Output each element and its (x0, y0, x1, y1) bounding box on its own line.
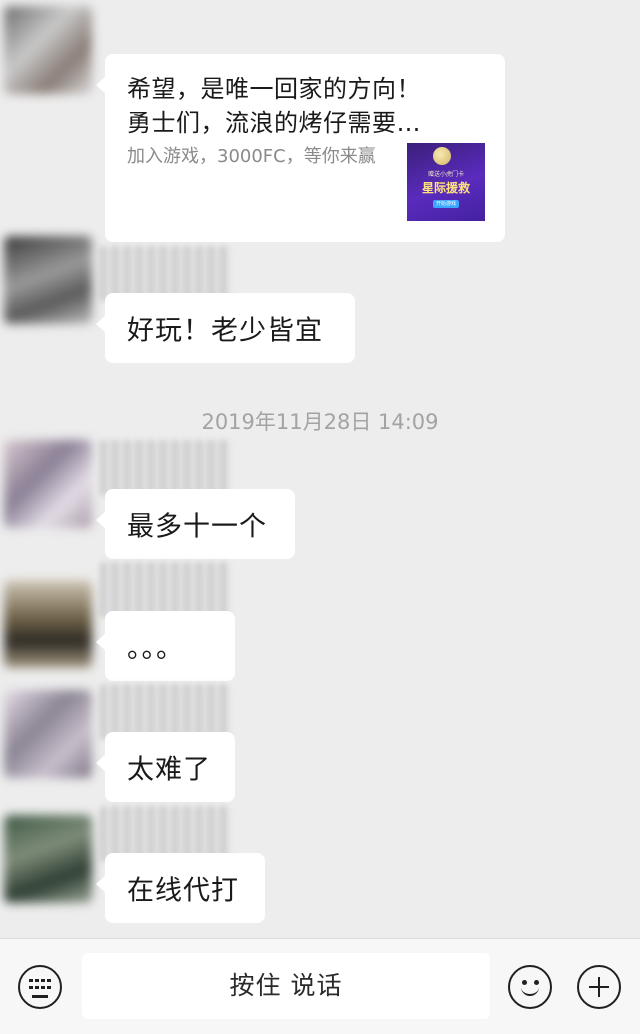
input-toolbar: 按住 说话 (0, 938, 640, 1034)
thumbnail-title: 星际援救 (421, 181, 470, 195)
message-text: 好玩！老少皆宜 (127, 315, 323, 347)
thumbnail-caption: 赠送小虎门卡 (427, 171, 464, 178)
message-text: 最多十一个 (127, 511, 267, 543)
thumbnail-button: 开始游戏 (433, 200, 459, 208)
timestamp: 2019年11月28日 14:09 (201, 410, 439, 434)
chat-area[interactable]: 希望，是唯一回家的方向！ 勇士们，流浪的烤仔需要… 加入游戏，3000FC，等你… (0, 0, 640, 938)
message-text: 在线代打 (127, 875, 239, 907)
avatar[interactable] (4, 580, 92, 668)
message-bubble[interactable]: 太难了 (96, 732, 235, 802)
avatar[interactable] (4, 6, 92, 94)
message-text: 太难了 (127, 754, 211, 786)
card-title: 希望，是唯一回家的方向！ 勇士们，流浪的烤仔需要… (127, 72, 487, 140)
avatar[interactable] (4, 440, 92, 528)
moon-icon (433, 147, 451, 165)
message-bubble[interactable]: 好玩！老少皆宜 (96, 293, 355, 363)
message-bubble[interactable]: 最多十一个 (96, 489, 295, 559)
sender-name (100, 440, 230, 496)
mini-program-card[interactable]: 希望，是唯一回家的方向！ 勇士们，流浪的烤仔需要… 加入游戏，3000FC，等你… (96, 54, 505, 242)
message-bubble[interactable]: 在线代打 (96, 853, 265, 923)
message-bubble[interactable]: 。。。 (96, 611, 235, 681)
card-thumbnail: 赠送小虎门卡 星际援救 开始游戏 (407, 143, 485, 221)
message-text: 。。。 (127, 633, 184, 665)
plus-icon[interactable] (577, 965, 621, 1009)
sender-name (100, 562, 230, 618)
avatar[interactable] (4, 690, 92, 778)
card-description: 加入游戏，3000FC，等你来赢 (127, 146, 376, 167)
emoji-icon[interactable] (508, 965, 552, 1009)
card-title-line: 希望，是唯一回家的方向！ (127, 75, 421, 103)
hold-to-talk-button[interactable]: 按住 说话 (82, 953, 490, 1019)
keyboard-icon[interactable] (18, 965, 62, 1009)
avatar[interactable] (4, 815, 92, 903)
avatar[interactable] (4, 236, 92, 324)
card-title-line: 勇士们，流浪的烤仔需要… (127, 109, 421, 137)
